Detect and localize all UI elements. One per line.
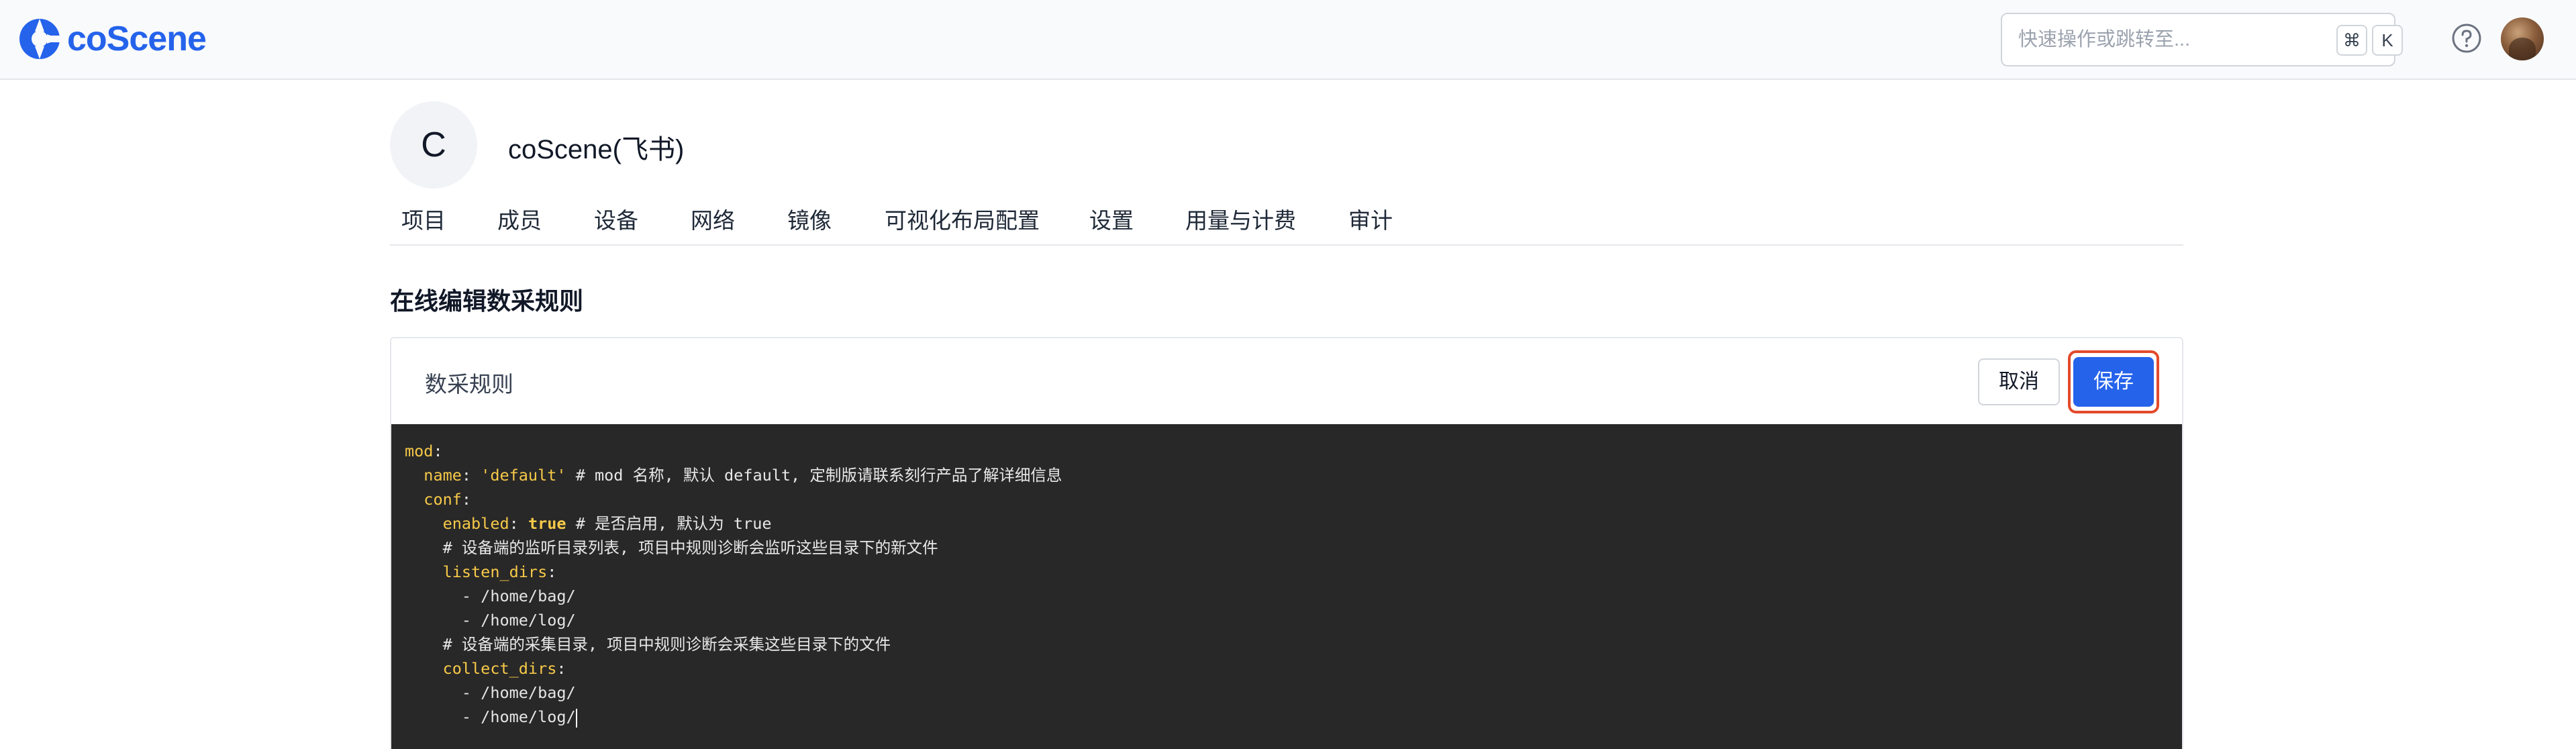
page-title: 在线编辑数采规则 (390, 287, 584, 315)
user-avatar[interactable] (2501, 17, 2544, 60)
yaml-comment: # mod 名称, 默认 default, 定制版请联系刻行产品了解详细信息 (575, 466, 1062, 485)
k-key-badge: K (2372, 25, 2403, 56)
card-header: 数采规则 取消 保存 (391, 338, 2182, 424)
code-line: - /home/bag/ (405, 681, 2169, 705)
yaml-code-editor[interactable]: mod: name: 'default' # mod 名称, 默认 defaul… (391, 424, 2182, 749)
org-name: coScene(飞书) (508, 135, 685, 164)
tab-audit[interactable]: 审计 (1348, 203, 1393, 235)
tab-layout-config[interactable]: 可视化布局配置 (885, 203, 1040, 235)
code-line: name: 'default' # mod 名称, 默认 default, 定制… (424, 466, 1062, 485)
code-line: listen_dirs: (442, 562, 557, 581)
yaml-key: enabled (442, 514, 509, 533)
command-key-badge: ⌘ (2336, 25, 2367, 56)
yaml-value: true (528, 514, 566, 533)
tab-settings[interactable]: 设置 (1089, 203, 1134, 235)
yaml-list-item: - /home/bag/ (461, 683, 576, 702)
code-line: conf: (424, 490, 472, 509)
code-line: # 设备端的采集目录, 项目中规则诊断会采集这些目录下的文件 (405, 632, 2169, 656)
text-cursor (575, 708, 577, 728)
code-line: mod: (405, 442, 443, 460)
search-placeholder: 快速操作或跳转至... (2018, 29, 2191, 50)
card-title: 数采规则 (425, 372, 513, 397)
yaml-key: name (424, 466, 462, 485)
quick-search-input[interactable]: 快速操作或跳转至... ⌘ K (2001, 13, 2403, 66)
code-line: - /home/log/ (405, 608, 2169, 632)
yaml-list-item: - /home/log/ (461, 611, 576, 630)
yaml-list-item: - /home/log/ (461, 707, 576, 726)
help-icon[interactable] (2450, 22, 2483, 54)
tab-images[interactable]: 镜像 (787, 203, 832, 235)
code-line: - /home/bag/ (405, 584, 2169, 608)
yaml-comment: # 是否启用, 默认为 true (575, 514, 772, 533)
brand-name: coScene (67, 19, 207, 58)
tab-network[interactable]: 网络 (691, 203, 735, 235)
code-line: - /home/log/ (405, 705, 2169, 729)
coscene-logo-icon (19, 19, 62, 59)
brand-logo[interactable]: coScene (17, 16, 207, 62)
yaml-list-item: - /home/bag/ (461, 587, 576, 605)
yaml-key: listen_dirs (442, 562, 548, 581)
top-bar: coScene 快速操作或跳转至... ⌘ K (0, 0, 2576, 80)
tab-projects[interactable]: 项目 (401, 203, 446, 235)
yaml-key: conf (424, 490, 462, 509)
yaml-comment: # 设备端的采集目录, 项目中规则诊断会采集这些目录下的文件 (442, 635, 891, 654)
code-line: collect_dirs: (442, 659, 566, 678)
save-button[interactable]: 保存 (2073, 357, 2154, 407)
code-line: enabled: true # 是否启用, 默认为 true (442, 514, 772, 533)
yaml-key: mod (405, 442, 434, 460)
yaml-key: collect_dirs (442, 659, 557, 678)
yaml-comment: # 设备端的监听目录列表, 项目中规则诊断会监听这些目录下的新文件 (442, 538, 938, 557)
tab-usage-billing[interactable]: 用量与计费 (1185, 203, 1296, 235)
code-line: # 设备端的监听目录列表, 项目中规则诊断会监听这些目录下的新文件 (405, 536, 2169, 560)
yaml-value: 'default' (481, 466, 566, 485)
cancel-button[interactable]: 取消 (1978, 358, 2060, 405)
tab-members[interactable]: 成员 (497, 203, 542, 235)
tab-devices[interactable]: 设备 (594, 203, 638, 235)
org-tabs: 项目 成员 设备 网络 镜像 可视化布局配置 设置 用量与计费 审计 (390, 197, 2183, 246)
org-avatar: C (390, 101, 477, 189)
rule-editor-card: 数采规则 取消 保存 mod: name: 'default' # mod 名称… (390, 337, 2183, 749)
